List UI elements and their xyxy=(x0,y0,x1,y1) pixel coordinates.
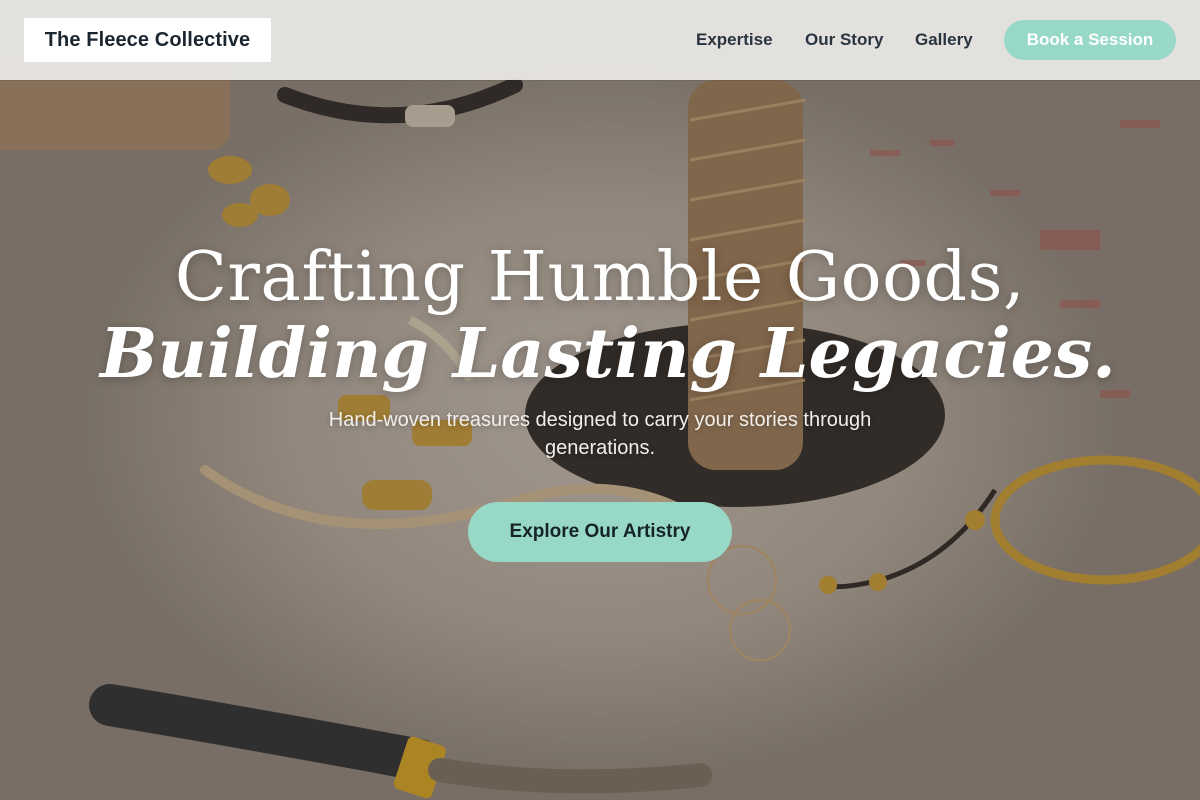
nav-link-expertise[interactable]: Expertise xyxy=(696,28,773,52)
hero-headline-line2: Building Lasting Legacies. xyxy=(100,314,1116,394)
hero-headline: Crafting Humble Goods, Building Lasting … xyxy=(100,238,1116,394)
nav-link-gallery[interactable]: Gallery xyxy=(915,28,973,52)
hero-section: Crafting Humble Goods, Building Lasting … xyxy=(0,0,1200,800)
brand-logo[interactable]: The Fleece Collective xyxy=(24,18,271,62)
hero-overlay xyxy=(0,0,1200,800)
book-session-button[interactable]: Book a Session xyxy=(1004,20,1176,60)
explore-artistry-button[interactable]: Explore Our Artistry xyxy=(468,502,732,562)
nav-link-our-story[interactable]: Our Story xyxy=(805,28,883,52)
hero-headline-line1: Crafting Humble Goods, xyxy=(174,238,1026,317)
top-navbar: The Fleece Collective Expertise Our Stor… xyxy=(0,0,1200,80)
hero-subtitle: Hand-woven treasures designed to carry y… xyxy=(328,409,872,459)
